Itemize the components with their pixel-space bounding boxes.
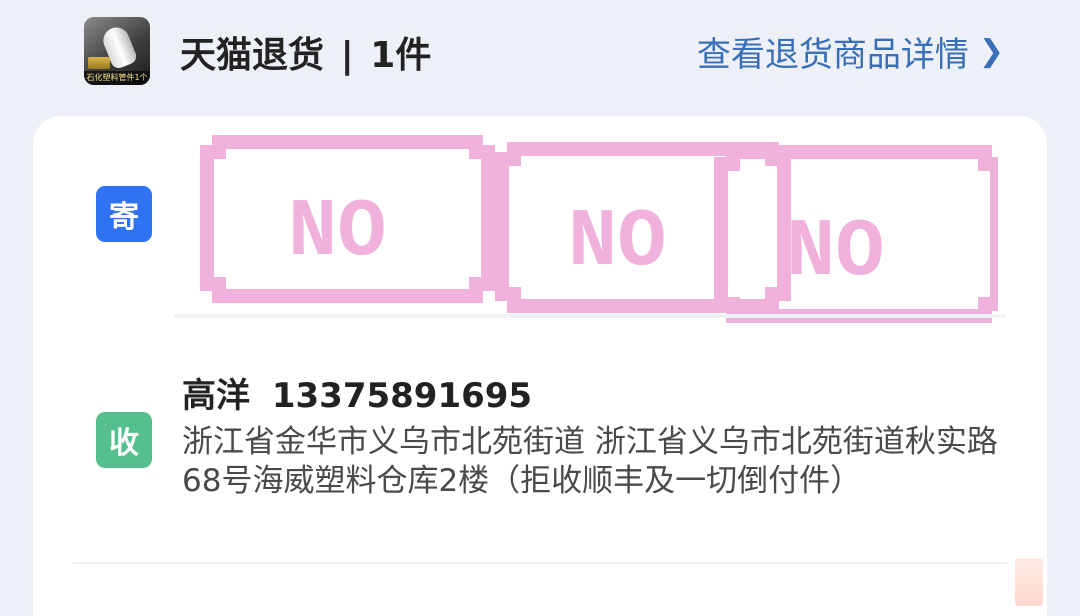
receiver-address: 浙江省金华市义乌市北苑街道 浙江省义乌市北苑街道秋实路68号海威塑料仓库2楼（拒… (182, 424, 998, 499)
stamp-text-3: NO (786, 206, 884, 299)
stamp-text-1: NO (288, 186, 386, 279)
return-header: 石化塑料管件1个 天猫退货 | 1件 查看退货商品详情 ❯ (33, 0, 1047, 100)
return-count: 1件 (370, 35, 432, 76)
watermark-icon (1015, 558, 1043, 606)
address-card: 寄 NO NO NO 收 高洋 13375891695 浙江省金华市义乌市北苑街… (33, 116, 1047, 616)
return-order-page: 石化塑料管件1个 天猫退货 | 1件 查看退货商品详情 ❯ 寄 NO NO NO… (33, 0, 1047, 616)
send-badge: 寄 (96, 186, 152, 242)
receiver-name-phone: 高洋 13375891695 (182, 368, 532, 417)
view-return-details-label: 查看退货商品详情 (696, 35, 969, 75)
sender-redaction-sticker: NO NO NO (173, 124, 998, 334)
view-return-details-link[interactable]: 查看退货商品详情 ❯ (697, 27, 1004, 76)
title-divider: | (340, 35, 354, 76)
no-stamp-svg: NO NO NO (200, 135, 998, 323)
receive-badge: 收 (96, 412, 152, 468)
sender-divider (174, 314, 1006, 318)
product-thumbnail[interactable]: 石化塑料管件1个 (84, 17, 150, 85)
chevron-right-icon: ❯ (978, 33, 1004, 69)
gold-fitting-image (88, 57, 110, 69)
thumbnail-caption: 石化塑料管件1个 (84, 71, 150, 85)
address-divider (73, 562, 1007, 564)
receiver-phone: 13375891695 (271, 376, 533, 416)
return-title: 天猫退货 | 1件 (180, 26, 431, 78)
return-title-text: 天猫退货 (180, 35, 325, 76)
stamp-text-2: NO (568, 196, 666, 289)
receiver-name: 高洋 (182, 376, 250, 416)
